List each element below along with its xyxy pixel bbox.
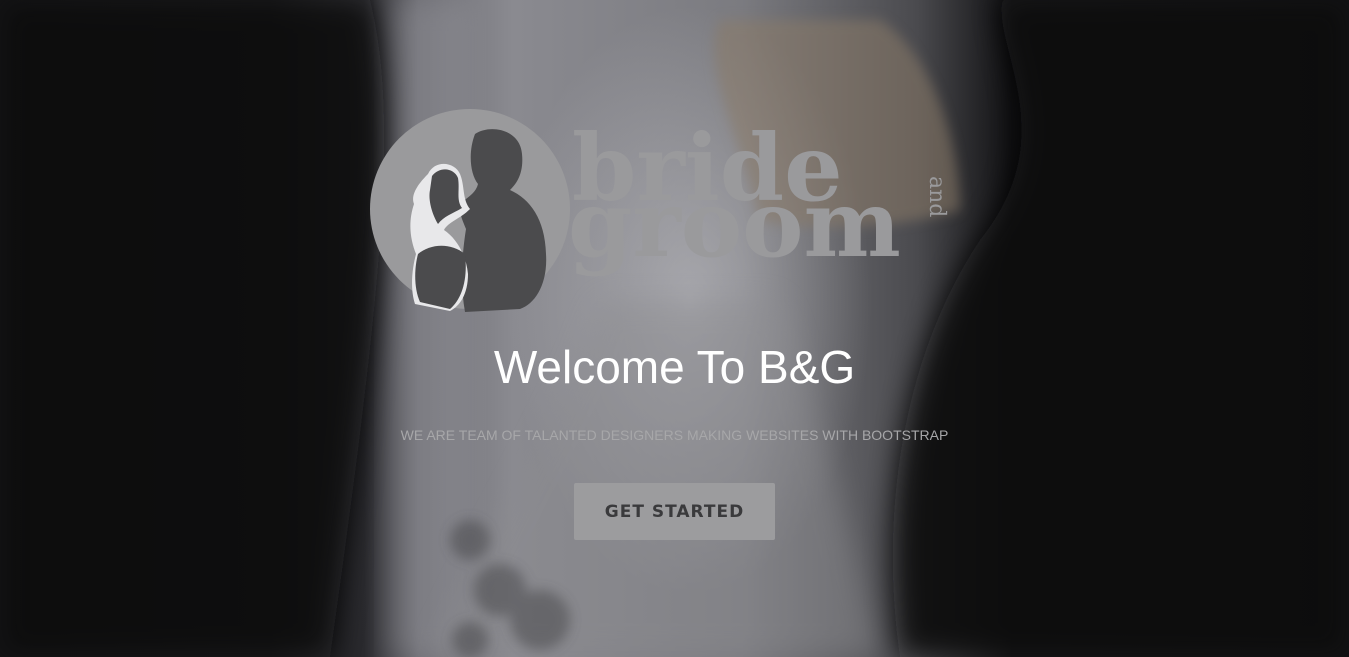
logo-text-groom: groom [568, 170, 901, 278]
hero-subtitle: WE ARE TEAM OF TALANTED DESIGNERS MAKING… [400, 427, 949, 443]
bride-and-groom-logo: bride and groom [370, 109, 949, 312]
get-started-button[interactable]: GET STARTED [574, 483, 775, 540]
hero-content: bride and groom Welcome To B&G WE ARE TE… [0, 0, 1349, 657]
logo-text-and: and [924, 176, 949, 217]
hero-section: bride and groom Welcome To B&G WE ARE TE… [0, 0, 1349, 657]
hero-title: Welcome To B&G [493, 341, 856, 393]
